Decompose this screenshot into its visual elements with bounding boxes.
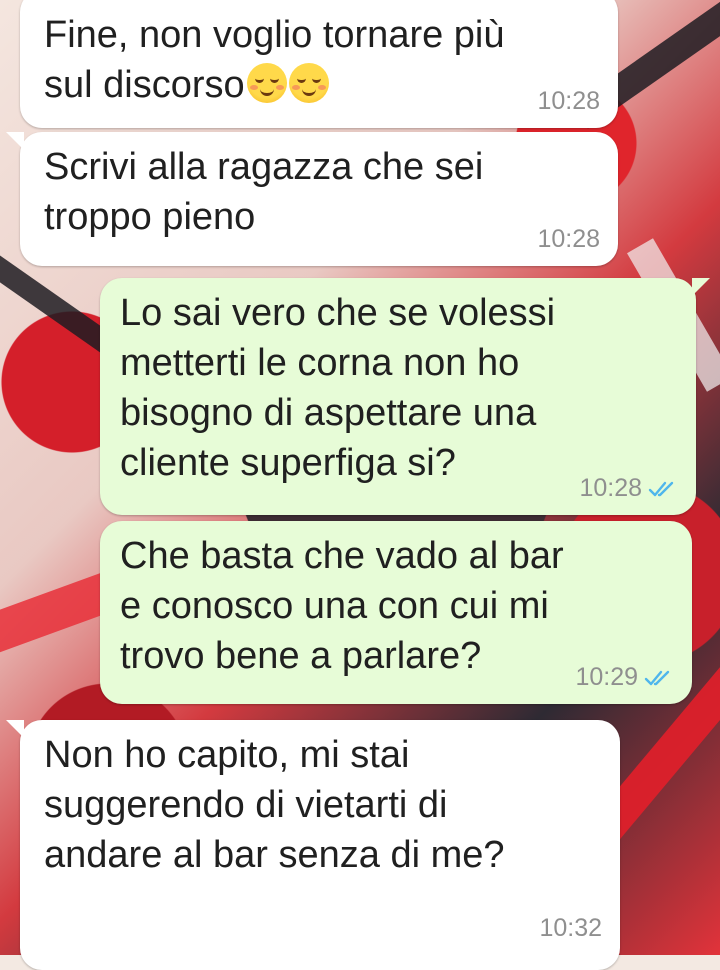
- message-time: 10:28: [537, 225, 600, 253]
- double-check-icon: [644, 670, 670, 685]
- relieved-smiling-face-emoji: [288, 63, 329, 103]
- message-time: 10:29: [575, 663, 638, 691]
- message-meta: 10:28: [537, 225, 600, 254]
- message-text: Non ho capito, mi stai suggerendo di vie…: [44, 734, 505, 876]
- message-bubble-incoming[interactable]: Fine, non voglio tornare più sul discors…: [20, 0, 618, 128]
- message-meta: 10:32: [539, 914, 602, 943]
- message-bubble-outgoing[interactable]: Lo sai vero che se volessi metterti le c…: [100, 278, 710, 515]
- bubble-tail: [692, 278, 710, 296]
- bubble-tail: [6, 132, 24, 150]
- message-bubble-incoming[interactable]: Scrivi alla ragazza che sei troppo pieno…: [6, 132, 618, 266]
- message-text: Lo sai vero che se volessi metterti le c…: [120, 292, 556, 484]
- message-meta: 10:28: [537, 87, 600, 116]
- double-check-icon: [648, 481, 674, 496]
- message-text: Che basta che vado al bar e conosco una …: [120, 535, 564, 677]
- bubble-tail: [6, 720, 24, 738]
- message-meta: 10:29: [575, 663, 674, 692]
- message-text: Fine, non voglio tornare più sul discors…: [44, 14, 505, 106]
- message-time: 10:28: [579, 474, 642, 502]
- message-bubble-outgoing[interactable]: Che basta che vado al bar e conosco una …: [100, 521, 692, 704]
- relieved-smiling-face-emoji: [246, 63, 287, 103]
- message-meta: 10:28: [579, 474, 678, 503]
- message-bubble-incoming[interactable]: Non ho capito, mi stai suggerendo di vie…: [6, 720, 620, 970]
- message-time: 10:32: [539, 914, 602, 942]
- message-text: Scrivi alla ragazza che sei troppo pieno: [44, 146, 484, 238]
- message-time: 10:28: [537, 87, 600, 115]
